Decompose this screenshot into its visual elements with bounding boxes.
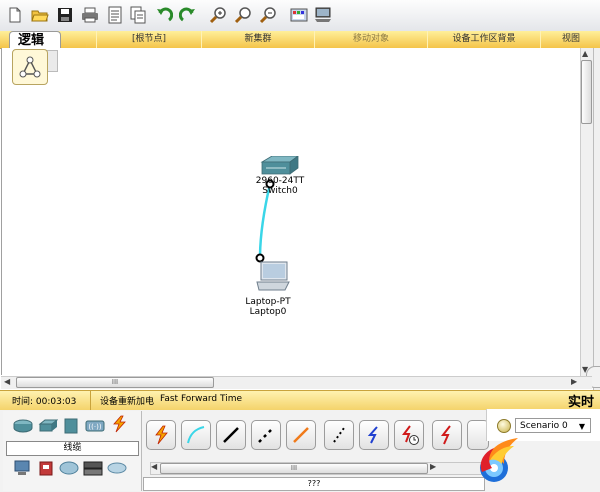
router-category-icon[interactable] xyxy=(13,418,33,434)
hub-category-icon[interactable] xyxy=(61,418,81,434)
switch-model-label: 2960-24TT xyxy=(255,176,305,186)
tab-new-cluster[interactable]: 新集群 xyxy=(201,31,314,48)
end-device-category-icon[interactable] xyxy=(13,460,33,476)
wireless-category-icon[interactable]: ((·)) xyxy=(85,418,105,434)
undo-icon[interactable] xyxy=(154,5,174,25)
print-icon[interactable] xyxy=(80,5,100,25)
tab-viewport[interactable]: 视图 xyxy=(540,31,600,48)
info-icon[interactable] xyxy=(497,419,511,433)
wan-emulation-category-icon[interactable] xyxy=(59,460,79,476)
zoom-out-icon[interactable] xyxy=(258,5,278,25)
coaxial-cable-button[interactable] xyxy=(359,420,389,450)
switch-name-label: Switch0 xyxy=(262,186,298,196)
vertical-scroll-thumb[interactable] xyxy=(581,60,592,124)
console-cable-button[interactable] xyxy=(181,420,211,450)
security-category-icon[interactable] xyxy=(36,460,56,476)
connections-scroll-right-icon[interactable]: ▶ xyxy=(430,462,436,472)
multiuser-category-icon[interactable] xyxy=(107,460,127,476)
scroll-up-arrow-icon[interactable]: ▲ xyxy=(582,49,588,59)
new-file-icon[interactable] xyxy=(5,5,25,25)
tab-move-object[interactable]: 移动对象 xyxy=(314,31,427,48)
connection-description: ??? xyxy=(143,477,485,491)
status-bar: 时间: 00:03:03 设备重新加电 Fast Forward Time 实时 xyxy=(0,390,600,411)
tab-root-node[interactable]: [根节点] xyxy=(96,31,201,48)
fast-forward-time-button[interactable]: Fast Forward Time xyxy=(160,394,242,404)
realtime-mode-tab[interactable]: 实时 xyxy=(568,391,594,410)
logo-icon xyxy=(472,432,522,484)
redo-icon[interactable] xyxy=(178,5,198,25)
connections-scroll-thumb[interactable]: III xyxy=(160,463,428,474)
switch-icon[interactable] xyxy=(258,156,300,176)
laptop-model-label: Laptop-PT xyxy=(245,297,291,307)
chevron-down-icon: ▼ xyxy=(578,422,585,431)
serial-dce-cable-button[interactable] xyxy=(394,420,424,450)
status-divider xyxy=(90,391,91,410)
laptop-icon[interactable] xyxy=(255,260,291,292)
main-toolbar xyxy=(0,0,600,32)
serial-dte-cable-button[interactable] xyxy=(432,420,462,450)
svg-text:((·)): ((·)) xyxy=(88,423,101,431)
activity-wizard-icon[interactable] xyxy=(105,5,125,25)
workspace-tab-bar: [根节点] 新集群 移动对象 设备工作区背景 视图 xyxy=(0,31,600,49)
straight-through-cable-button[interactable] xyxy=(216,420,246,450)
scroll-right-arrow-icon[interactable]: ▶ xyxy=(571,377,577,387)
crossover-cable-button[interactable] xyxy=(251,420,281,450)
tab-workspace-background[interactable]: 设备工作区背景 xyxy=(427,31,540,48)
zoom-reset-icon[interactable] xyxy=(233,5,253,25)
scroll-left-arrow-icon[interactable]: ◀ xyxy=(4,377,10,387)
scenario-select[interactable]: Scenario 0 ▼ xyxy=(515,418,591,433)
save-icon[interactable] xyxy=(55,5,75,25)
custom-device-category-icon[interactable] xyxy=(83,460,103,476)
side-panel-edge xyxy=(593,48,600,390)
logical-view-icon[interactable] xyxy=(12,49,48,85)
laptop-name-label: Laptop0 xyxy=(249,307,287,317)
zoom-in-icon[interactable] xyxy=(208,5,228,25)
phone-cable-button[interactable] xyxy=(324,420,354,450)
horizontal-scroll-thumb[interactable]: III xyxy=(16,377,214,388)
logical-workspace-tab[interactable]: 逻辑 xyxy=(9,31,61,48)
custom-device-icon[interactable] xyxy=(313,5,333,25)
simulation-time: 时间: 00:03:03 xyxy=(12,397,77,407)
switch-category-icon[interactable] xyxy=(38,418,58,434)
copy-icon[interactable] xyxy=(128,5,148,25)
device-category-label: 线缆 xyxy=(6,441,139,456)
connections-category-icon[interactable] xyxy=(109,415,129,433)
fiber-cable-button[interactable] xyxy=(286,420,316,450)
power-cycle-devices-button[interactable]: 设备重新加电 xyxy=(100,394,154,407)
scenario-select-value: Scenario 0 xyxy=(520,421,568,431)
palette-icon[interactable] xyxy=(289,5,309,25)
open-folder-icon[interactable] xyxy=(30,5,50,25)
auto-connection-button[interactable] xyxy=(146,420,176,450)
connections-scroll-left-icon[interactable]: ◀ xyxy=(151,462,157,472)
